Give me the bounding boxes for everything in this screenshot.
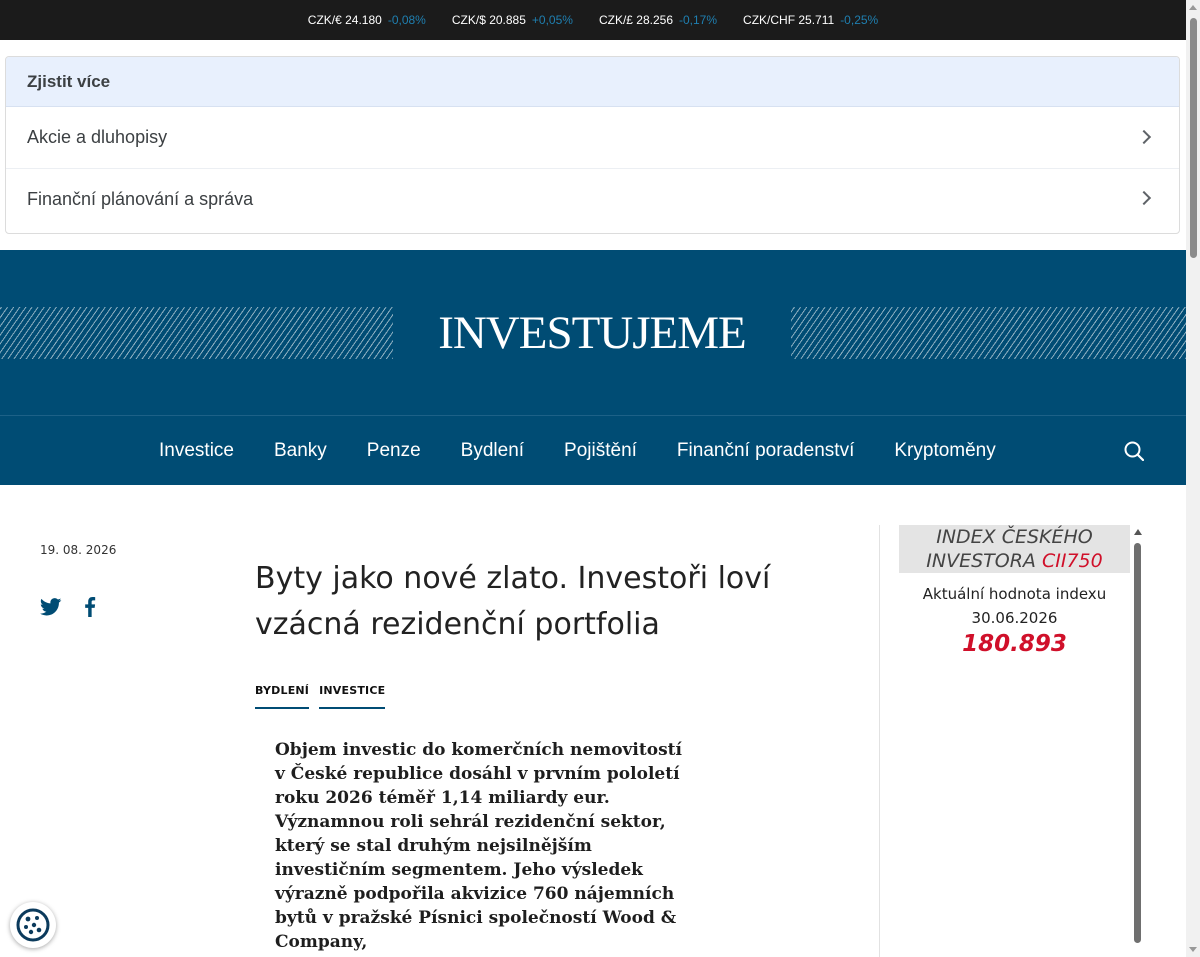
nav-item-kryptomeny[interactable]: Kryptoměny	[874, 440, 1015, 462]
article-perex: Objem investic do komerčních nemovitostí…	[275, 740, 682, 952]
sidebar-scrollbar[interactable]	[1132, 525, 1144, 957]
ticker-change: -0,17%	[679, 13, 718, 27]
search-icon[interactable]	[1124, 441, 1144, 461]
site-logo[interactable]: INVESTUJEME	[394, 304, 790, 362]
twitter-icon[interactable]	[40, 598, 62, 616]
cookie-icon	[16, 908, 50, 942]
learn-more-item-label: Akcie a dluhopisy	[27, 127, 168, 147]
nav-item-financni-poradenstvi[interactable]: Finanční poradenství	[657, 440, 874, 462]
article-date: 19. 08. 2026	[40, 543, 117, 557]
nav-items: Investice Banky Penze Bydlení Pojištění …	[139, 416, 1016, 486]
learn-more-item[interactable]: Akcie a dluhopisy	[6, 107, 1179, 168]
index-value: 180.893	[962, 631, 1067, 657]
article-title: Byty jako nové zlato. Investoři loví vzá…	[255, 561, 771, 642]
nav-item-investice[interactable]: Investice	[139, 440, 254, 462]
ticker-pair: CZK/€ 24.180	[307, 13, 382, 27]
index-title: INDEX ČESKÉHO INVESTORA CII750	[899, 525, 1130, 573]
ticker-item: CZK/£ 28.256 -0,17%	[599, 13, 717, 27]
ticker-change: +0,05%	[531, 13, 573, 27]
nav-item-bydleni[interactable]: Bydlení	[441, 440, 544, 462]
nav-item-penze[interactable]: Penze	[347, 440, 441, 462]
nav-item-banky[interactable]: Banky	[254, 440, 347, 462]
scroll-down-arrow-icon[interactable]	[1189, 947, 1197, 952]
header-stripes-decoration	[0, 307, 393, 359]
ticker-item: CZK/$ 20.885 +0,05%	[452, 13, 573, 27]
header-stripes-decoration	[791, 307, 1186, 359]
ticker-item: CZK/CHF 25.711 -0,25%	[743, 13, 878, 27]
scroll-up-arrow-icon[interactable]	[1134, 529, 1142, 535]
ticker-change: -0,25%	[840, 13, 879, 27]
chevron-right-icon	[1136, 190, 1152, 206]
share-buttons	[40, 597, 96, 617]
ticker-pair: CZK/$ 20.885	[451, 13, 526, 27]
sidebar-divider	[879, 525, 880, 957]
tag-investice[interactable]: INVESTICE	[319, 684, 386, 709]
cookie-settings-button[interactable]	[10, 902, 56, 948]
ticker-item: CZK/€ 24.180 -0,08%	[308, 13, 426, 27]
scroll-up-arrow-icon[interactable]	[1189, 5, 1197, 10]
learn-more-item-label: Finanční plánování a správa	[27, 188, 254, 209]
scrollbar-thumb[interactable]	[1134, 543, 1141, 943]
investor-index-widget: INDEX ČESKÉHO INVESTORA CII750 Aktuální …	[899, 525, 1130, 657]
index-code: CII750	[1041, 550, 1103, 572]
index-label-text: Aktuální hodnota indexu	[922, 585, 1107, 603]
nav-item-pojisteni[interactable]: Pojištění	[544, 440, 657, 462]
learn-more-heading: Zjistit více	[6, 57, 1179, 107]
chevron-right-icon	[1136, 129, 1152, 144]
index-label: Aktuální hodnota indexu 30.06.2026	[899, 582, 1130, 630]
learn-more-item[interactable]: Finanční plánování a správa	[6, 168, 1179, 229]
article-tags: BYDLENÍ INVESTICE	[255, 684, 386, 709]
facebook-icon[interactable]	[84, 597, 96, 617]
site-header: INVESTUJEME	[0, 250, 1186, 415]
page-scrollbar[interactable]	[1186, 0, 1200, 957]
index-date: 30.06.2026	[971, 609, 1058, 627]
ticker-change: -0,08%	[387, 13, 426, 27]
main-nav: Investice Banky Penze Bydlení Pojištění …	[0, 415, 1186, 485]
currency-ticker: CZK/€ 24.180 -0,08% CZK/$ 20.885 +0,05% CZ…	[0, 0, 1186, 40]
tag-bydleni[interactable]: BYDLENÍ	[255, 684, 310, 709]
scrollbar-thumb[interactable]	[1190, 18, 1197, 258]
ticker-pair: CZK/£ 28.256	[598, 13, 673, 27]
learn-more-box: Zjistit více Akcie a dluhopisy Finanční …	[5, 56, 1180, 234]
ticker-pair: CZK/CHF 25.711	[743, 13, 835, 27]
